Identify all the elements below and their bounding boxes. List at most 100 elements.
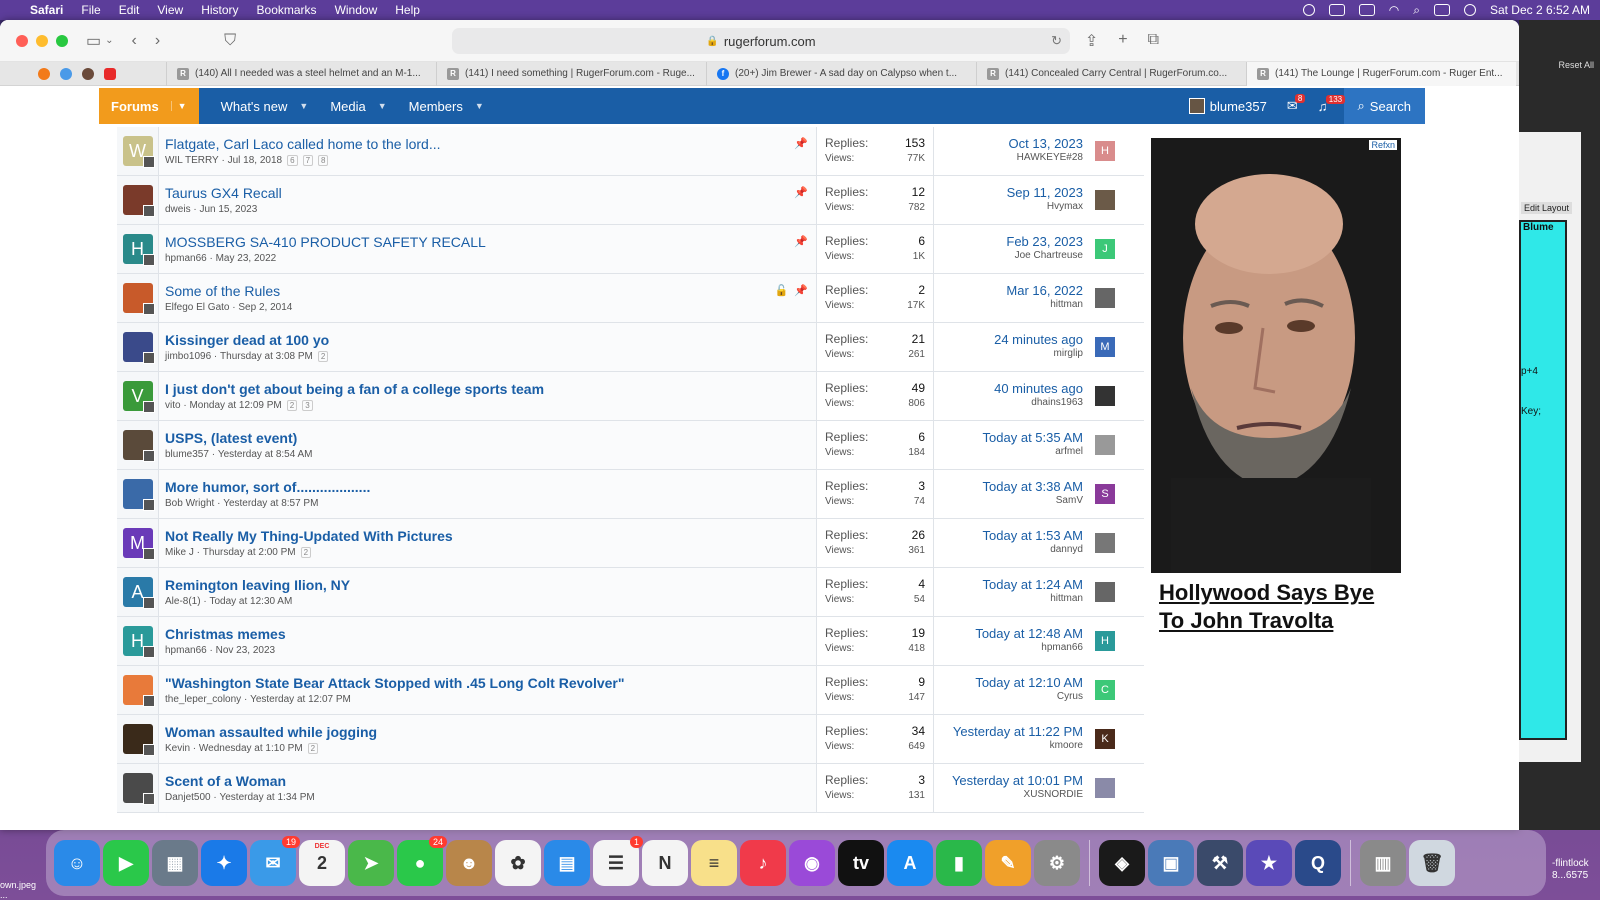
menu-app-name[interactable]: Safari: [30, 3, 63, 17]
dock-imovie-icon[interactable]: ★: [1246, 840, 1292, 886]
avatar[interactable]: M: [122, 528, 155, 560]
last-post-date-link[interactable]: 24 minutes ago: [942, 332, 1083, 348]
last-poster-avatar[interactable]: [1095, 288, 1115, 308]
thread-author[interactable]: Ale-8(1): [165, 596, 201, 607]
thread-author[interactable]: Bob Wright: [165, 498, 214, 509]
page-jump-link[interactable]: 2: [307, 743, 319, 754]
thread-start-date[interactable]: Nov 23, 2023: [216, 645, 276, 656]
menu-file[interactable]: File: [81, 3, 100, 17]
dock-music-icon[interactable]: ♪: [740, 840, 786, 886]
thread-start-date[interactable]: May 23, 2022: [216, 253, 277, 264]
forward-icon[interactable]: ›: [155, 32, 160, 50]
thread-title-link[interactable]: Some of the Rules: [165, 282, 810, 300]
thread-start-date[interactable]: Today at 12:30 AM: [209, 596, 292, 607]
last-poster-avatar[interactable]: [1095, 582, 1115, 602]
tab-concealed-carry[interactable]: R (141) Concealed Carry Central | RugerF…: [976, 61, 1246, 86]
thread-author[interactable]: dweis: [165, 204, 191, 215]
thread-title-link[interactable]: USPS, (latest event): [165, 429, 810, 447]
zoom-window-button[interactable]: [56, 34, 68, 47]
shield-icon[interactable]: ⛉: [224, 32, 236, 50]
avatar[interactable]: [122, 724, 155, 756]
last-poster-avatar[interactable]: [1095, 533, 1115, 553]
thread-start-date[interactable]: Jul 18, 2018: [228, 155, 283, 166]
avatar[interactable]: [122, 332, 155, 364]
last-post-date-link[interactable]: Today at 5:35 AM: [942, 430, 1083, 446]
last-post-date-link[interactable]: 40 minutes ago: [942, 381, 1083, 397]
last-post-date-link[interactable]: Today at 1:53 AM: [942, 528, 1083, 544]
dock-appstore-icon[interactable]: A: [887, 840, 933, 886]
thread-title-link[interactable]: I just don't get about being a fan of a …: [165, 380, 810, 398]
dock-settings-icon[interactable]: ⚙: [1034, 840, 1080, 886]
page-jump-link[interactable]: 2: [286, 400, 298, 411]
nav-media[interactable]: Media ▼: [330, 99, 386, 114]
dock-appletv-icon[interactable]: tv: [838, 840, 884, 886]
share-icon[interactable]: ⇪: [1085, 31, 1098, 51]
wifi-icon[interactable]: ◠: [1389, 3, 1399, 17]
page-jump-link[interactable]: 7: [302, 155, 314, 166]
avatar[interactable]: [122, 773, 155, 805]
tab-need-something[interactable]: R (141) I need something | RugerForum.co…: [436, 61, 706, 86]
menu-edit[interactable]: Edit: [119, 3, 140, 17]
reload-icon[interactable]: ↻: [1051, 33, 1062, 49]
dock-preview-icon[interactable]: ▣: [1148, 840, 1194, 886]
table-row[interactable]: Woman assaulted while jogging Kevin · We…: [117, 715, 1144, 764]
table-row[interactable]: Taurus GX4 Recall dweis · Jun 15, 2023 📌…: [117, 176, 1144, 225]
thread-author[interactable]: jimbo1096: [165, 351, 211, 362]
last-post-date-link[interactable]: Feb 23, 2023: [942, 234, 1083, 250]
dock-app-a-icon[interactable]: ◈: [1099, 840, 1145, 886]
thread-author[interactable]: the_leper_colony: [165, 694, 241, 705]
thread-title-link[interactable]: Remington leaving Ilion, NY: [165, 576, 810, 594]
avatar[interactable]: H: [122, 626, 155, 658]
nav-forums[interactable]: Forums ▼: [99, 88, 199, 124]
dock-xcode-icon[interactable]: ⚒: [1197, 840, 1243, 886]
thread-author[interactable]: Danjet500: [165, 792, 211, 803]
nav-whats-new[interactable]: What's new ▼: [221, 99, 309, 114]
ad-headline[interactable]: Hollywood Says Bye To John Travolta: [1151, 573, 1401, 641]
last-post-date-link[interactable]: Yesterday at 11:22 PM: [942, 724, 1083, 740]
last-post-date-link[interactable]: Yesterday at 10:01 PM: [942, 773, 1083, 789]
tab-overview-icon[interactable]: ⧉: [1148, 31, 1159, 51]
last-post-user[interactable]: arfmel: [942, 446, 1083, 457]
thread-start-date[interactable]: Jun 15, 2023: [199, 204, 257, 215]
last-poster-avatar[interactable]: S: [1095, 484, 1115, 504]
table-row[interactable]: M Not Really My Thing-Updated With Pictu…: [117, 519, 1144, 568]
page-jump-link[interactable]: 6: [287, 155, 298, 166]
table-row[interactable]: Some of the Rules Elfego El Gato · Sep 2…: [117, 274, 1144, 323]
page-jump-link[interactable]: 3: [302, 400, 313, 411]
dock-mail-icon[interactable]: ✉ 19: [250, 836, 300, 886]
alerts-icon[interactable]: ♫ 133: [1318, 94, 1346, 114]
nav-members[interactable]: Members ▼: [409, 99, 484, 114]
dock-finder-icon[interactable]: ☺: [54, 840, 100, 886]
thread-author[interactable]: Elfego El Gato: [165, 302, 229, 313]
back-icon[interactable]: ‹: [132, 32, 137, 50]
dock-quicktime-icon[interactable]: Q: [1295, 840, 1341, 886]
last-post-user[interactable]: Cyrus: [942, 691, 1083, 702]
table-row[interactable]: H MOSSBERG SA-410 PRODUCT SAFETY RECALL …: [117, 225, 1144, 274]
thread-author[interactable]: Mike J: [165, 547, 194, 558]
thread-title-link[interactable]: Taurus GX4 Recall: [165, 184, 810, 202]
desktop-file-label[interactable]: own.jpeg ...: [0, 880, 46, 900]
dock-notes-icon[interactable]: ≡: [691, 840, 737, 886]
last-post-date-link[interactable]: Sep 11, 2023: [942, 185, 1083, 201]
inbox-icon[interactable]: ✉ 8: [1287, 94, 1306, 114]
site-favicon-icon[interactable]: [82, 67, 94, 80]
last-post-user[interactable]: mirglip: [942, 348, 1083, 359]
ad-choices-badge[interactable]: Refxn: [1369, 140, 1397, 150]
last-post-date-link[interactable]: Today at 12:48 AM: [942, 626, 1083, 642]
thread-title-link[interactable]: Flatgate, Carl Laco called home to the l…: [165, 135, 810, 153]
last-poster-avatar[interactable]: C: [1095, 680, 1115, 700]
spotlight-icon[interactable]: ⌕: [1413, 3, 1420, 18]
last-poster-avatar[interactable]: [1095, 435, 1115, 455]
thread-start-date[interactable]: Yesterday at 8:54 AM: [218, 449, 313, 460]
table-row[interactable]: Scent of a Woman Danjet500 · Yesterday a…: [117, 764, 1144, 813]
menu-view[interactable]: View: [157, 3, 183, 17]
table-row[interactable]: More humor, sort of................... B…: [117, 470, 1144, 519]
table-row[interactable]: USPS, (latest event) blume357 · Yesterda…: [117, 421, 1144, 470]
avatar[interactable]: W: [122, 136, 155, 168]
siri-icon[interactable]: [1463, 4, 1476, 16]
thread-author[interactable]: vito: [165, 400, 181, 411]
page-jump-link[interactable]: 2: [317, 351, 329, 362]
menu-bookmarks[interactable]: Bookmarks: [257, 3, 317, 17]
thread-start-date[interactable]: Monday at 12:09 PM: [189, 400, 281, 411]
thread-author[interactable]: hpman66: [165, 645, 207, 656]
